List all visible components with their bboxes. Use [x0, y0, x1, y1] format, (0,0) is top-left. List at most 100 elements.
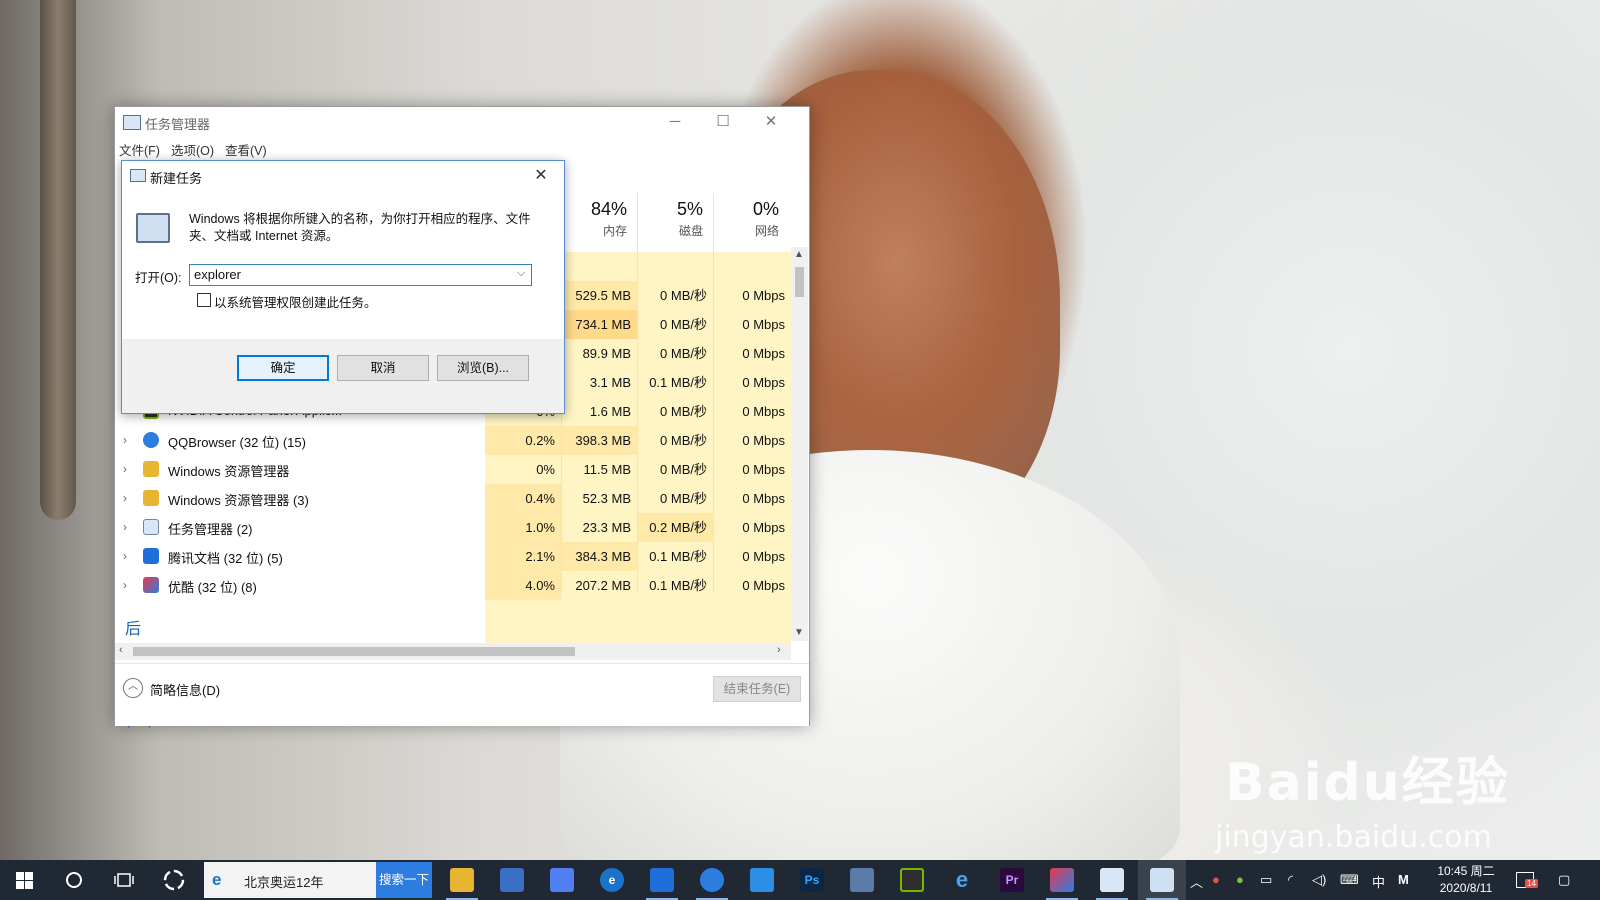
cpu-cell: 0.2% — [485, 426, 561, 455]
scrollbar-thumb[interactable] — [795, 267, 804, 297]
action-center-icon[interactable]: ▢ — [1558, 872, 1570, 888]
expand-chevron-icon[interactable]: › — [123, 520, 127, 534]
window-title: 任务管理器 — [145, 117, 211, 132]
qqbrowser-icon[interactable] — [688, 860, 736, 900]
youku-icon[interactable] — [1038, 860, 1086, 900]
admin-checkbox-label[interactable]: 以系统管理权限创建此任务。 — [214, 292, 377, 311]
app-s-icon[interactable] — [150, 860, 198, 900]
process-name: QQBrowser (32 位) (15) — [168, 435, 306, 450]
dialog-title: 新建任务 — [150, 171, 203, 186]
dialog-titlebar[interactable]: 新建任务 ✕ — [122, 161, 564, 191]
search-button[interactable]: 搜索一下 — [376, 862, 432, 898]
search-box[interactable]: e 北京奥运12年 — [204, 862, 376, 898]
open-input[interactable]: explorer — [189, 264, 532, 286]
open-label: 打开(O): — [135, 271, 182, 285]
collapse-up-icon[interactable]: ︿ — [123, 678, 143, 698]
table-row[interactable]: › 腾讯文档 (32 位) (5) 2.1% 384.3 MB 0.1 MB/秒… — [115, 542, 791, 571]
expand-chevron-icon[interactable]: › — [123, 462, 127, 476]
table-row[interactable]: › Windows 资源管理器 (3) 0.4% 52.3 MB 0 MB/秒 … — [115, 484, 791, 513]
menu-view[interactable]: 查看(V) — [225, 140, 267, 159]
volume-icon[interactable]: ◁) — [1312, 872, 1326, 888]
start-icon[interactable] — [0, 860, 48, 900]
disk-column-header[interactable]: 5% 磁盘 — [631, 199, 703, 239]
memory-cell: 89.9 MB — [561, 339, 637, 368]
show-hidden-icons-icon[interactable]: ︿ — [1190, 872, 1203, 891]
network-cell: 0 Mbps — [713, 339, 791, 368]
battery-icon[interactable]: ▭ — [1260, 872, 1272, 888]
folder-icon — [143, 461, 159, 477]
task-view-icon[interactable] — [100, 860, 148, 900]
memory-label: 内存 — [602, 224, 627, 238]
edge-icon[interactable]: e — [588, 860, 636, 900]
process-name: 任务管理器 (2) — [168, 522, 253, 537]
table-row[interactable]: › Windows 资源管理器 0% 11.5 MB 0 MB/秒 0 Mbps — [115, 455, 791, 484]
search-text[interactable]: 北京奥运12年 — [244, 872, 323, 891]
expand-chevron-icon[interactable]: › — [123, 491, 127, 505]
wifi-icon[interactable]: ◜ — [1288, 872, 1293, 888]
dialog-close-icon[interactable]: ✕ — [524, 163, 558, 189]
minimize-button[interactable]: ─ — [655, 111, 695, 133]
ie-icon[interactable]: e — [938, 860, 986, 900]
nvidia-icon[interactable] — [888, 860, 936, 900]
disk-cell: 0 MB/秒 — [637, 310, 713, 339]
memory-percent: 84% — [590, 199, 627, 219]
disk-cell: 0.2 MB/秒 — [637, 513, 713, 542]
memory-cell: 11.5 MB — [561, 455, 637, 484]
menu-file[interactable]: 文件(F) — [119, 140, 160, 159]
run-icon[interactable] — [1138, 860, 1186, 900]
memory-cell: 23.3 MB — [561, 513, 637, 542]
network-cell: 0 Mbps — [713, 513, 791, 542]
calendar-icon[interactable] — [738, 860, 786, 900]
photoshop-label: Ps — [800, 868, 824, 892]
dialog-description: Windows 将根据你所键入的名称，为你打开相应的程序、文件夹、文档或 Int… — [189, 212, 531, 243]
file-explorer-icon[interactable] — [438, 860, 486, 900]
scroll-right-arrow-icon[interactable]: › — [777, 644, 781, 656]
scroll-up-arrow-icon[interactable]: ▲ — [794, 249, 804, 260]
remote-desktop-icon[interactable] — [838, 860, 886, 900]
network-column-header[interactable]: 0% 网络 — [707, 199, 779, 239]
store-icon[interactable] — [488, 860, 536, 900]
ime-language[interactable]: 中 — [1372, 872, 1385, 891]
process-name: Windows 资源管理器 — [168, 464, 290, 479]
table-row[interactable]: › QQBrowser (32 位) (15) 0.2% 398.3 MB 0 … — [115, 426, 791, 455]
tencent-docs-icon[interactable] — [638, 860, 686, 900]
keyboard-icon[interactable]: ⌨ — [1340, 872, 1359, 888]
premiere-icon[interactable]: Pr — [988, 860, 1036, 900]
close-button[interactable]: ✕ — [751, 111, 791, 133]
photoshop-icon[interactable]: Ps — [788, 860, 836, 900]
memory-cell: 3.1 MB — [561, 368, 637, 397]
table-row[interactable]: › 任务管理器 (2) 1.0% 23.3 MB 0.2 MB/秒 0 Mbps — [115, 513, 791, 542]
task-manager-icon[interactable] — [1088, 860, 1136, 900]
scrollbar-thumb[interactable] — [133, 647, 575, 656]
chevron-down-icon[interactable]: ⌵ — [517, 267, 525, 280]
task-manager-titlebar[interactable]: 任务管理器 ─ ☐ ✕ — [115, 107, 809, 137]
scroll-left-arrow-icon[interactable]: ‹ — [119, 644, 123, 656]
disk-cell: 0 MB/秒 — [637, 339, 713, 368]
end-task-button[interactable]: 结束任务(E) — [713, 676, 801, 702]
security-icon[interactable]: ● — [1212, 872, 1220, 887]
cortana-icon[interactable] — [50, 860, 98, 900]
horizontal-scrollbar[interactable]: ‹ › — [115, 643, 791, 660]
table-row[interactable]: › 优酷 (32 位) (8) 4.0% 207.2 MB 0.1 MB/秒 0… — [115, 571, 791, 600]
browse-button[interactable]: 浏览(B)... — [437, 355, 529, 381]
feishu-icon[interactable] — [538, 860, 586, 900]
fewer-details-link[interactable]: 简略信息(D) — [150, 680, 220, 699]
vertical-scrollbar[interactable]: ▲ ▼ — [791, 247, 808, 641]
ok-button[interactable]: 确定 — [237, 355, 329, 381]
expand-chevron-icon[interactable]: › — [123, 549, 127, 563]
menu-options[interactable]: 选项(O) — [171, 140, 214, 159]
memory-column-header[interactable]: 84% 内存 — [555, 199, 627, 239]
maximize-button[interactable]: ☐ — [703, 111, 743, 133]
notification-app-icon[interactable]: 14 — [1516, 872, 1538, 891]
expand-chevron-icon[interactable]: › — [123, 433, 127, 447]
memory-cell: 384.3 MB — [561, 542, 637, 571]
expand-chevron-icon[interactable]: › — [123, 578, 127, 592]
cancel-button[interactable]: 取消 — [337, 355, 429, 381]
scroll-down-arrow-icon[interactable]: ▼ — [794, 627, 804, 638]
disk-cell: 0.1 MB/秒 — [637, 571, 713, 600]
cpu-cell: 0% — [485, 455, 561, 484]
admin-checkbox[interactable] — [197, 293, 211, 307]
360-icon[interactable]: ● — [1236, 872, 1244, 887]
clock[interactable]: 10:45 周二 2020/8/11 — [1428, 863, 1504, 897]
ime-mode[interactable]: M — [1398, 872, 1409, 887]
